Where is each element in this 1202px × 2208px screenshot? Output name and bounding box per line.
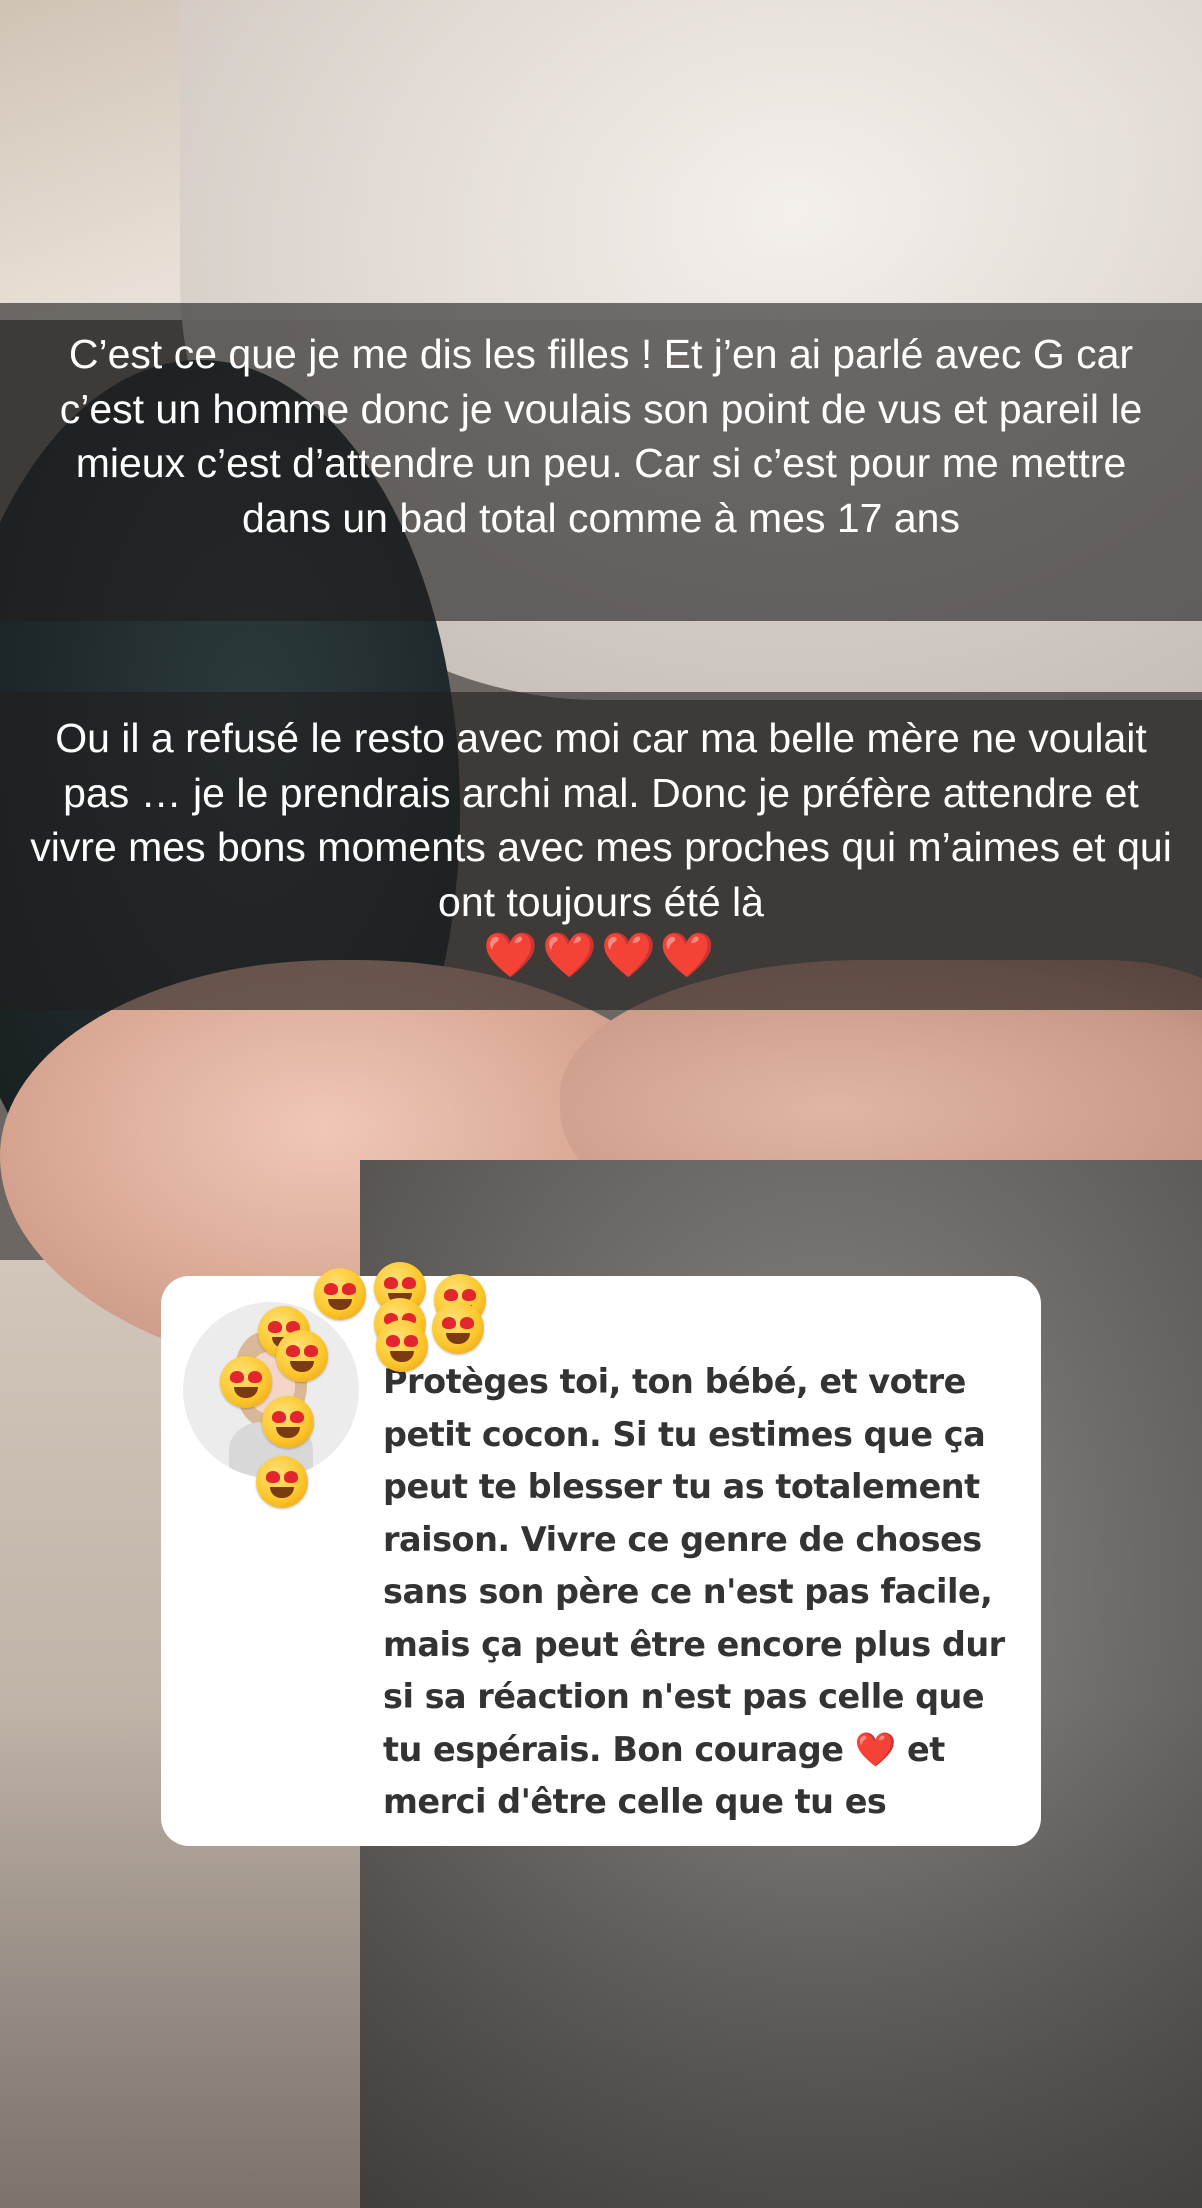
caption-bar-2: Ou il a refusé le resto avec moi car ma …	[0, 692, 1202, 1010]
caption-bar-1: C’est ce que je me dis les filles ! Et j…	[0, 303, 1202, 621]
heart-eyes-emoji-icon	[256, 1456, 308, 1508]
heart-eyes-emoji-icon	[262, 1396, 314, 1448]
heart-eyes-emoji-icon	[220, 1356, 272, 1408]
reply-text-part-1: Protèges toi, ton bébé, et votre petit c…	[383, 1362, 1005, 1769]
caption-2-text: Ou il a refusé le resto avec moi car ma …	[30, 715, 1172, 925]
caption-1-text: C’est ce que je me dis les filles ! Et j…	[59, 331, 1143, 541]
caption-2-hearts: ❤️❤️❤️❤️	[483, 931, 719, 980]
heart-icon: ❤️	[854, 1729, 897, 1769]
heart-eyes-emoji-icon	[432, 1302, 484, 1354]
heart-eyes-emoji-icon	[276, 1330, 328, 1382]
heart-eyes-emoji-icon	[376, 1320, 428, 1372]
heart-eyes-emoji-icon	[314, 1268, 366, 1320]
reply-message: Protèges toi, ton bébé, et votre petit c…	[383, 1356, 1023, 1829]
